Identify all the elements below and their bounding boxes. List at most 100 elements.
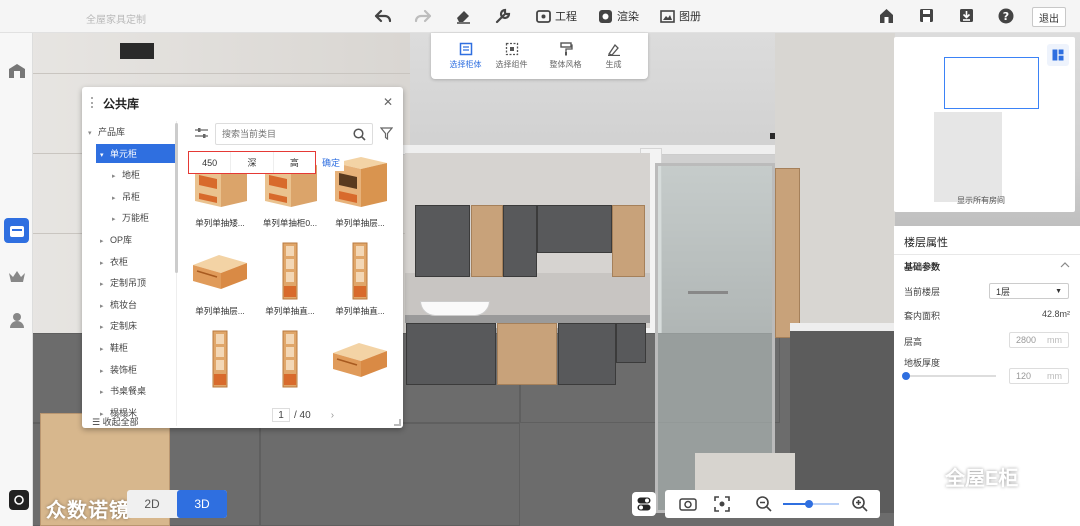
fit-view-icon[interactable] (713, 495, 731, 513)
exit-button[interactable]: 退出 (1032, 7, 1066, 27)
wechat-icon (905, 463, 938, 489)
nav-library-button[interactable] (4, 218, 29, 243)
pagination: 1 / 40 › (272, 408, 334, 422)
page-total: / 40 (294, 409, 311, 421)
search-input[interactable] (216, 124, 344, 144)
product-thumbnail[interactable] (259, 241, 321, 301)
chevron-up-icon[interactable] (1060, 261, 1070, 268)
minimap-toggle-button[interactable] (1047, 44, 1069, 66)
slider-knob[interactable] (902, 372, 910, 380)
select-cabinet-tool[interactable]: 选择柜体 (443, 42, 488, 70)
product-name: 单列单抽层... (195, 306, 245, 316)
sliders-icon[interactable] (195, 127, 208, 142)
tree-item[interactable]: ▸ 鞋柜 (100, 341, 128, 354)
gallery-menu[interactable]: 图册 (660, 8, 701, 24)
depth-field[interactable]: 深 (231, 152, 274, 173)
floor-select[interactable]: 1层 ▼ (989, 283, 1069, 299)
product-thumbnail[interactable] (329, 241, 391, 301)
close-icon[interactable]: ✕ (383, 95, 393, 109)
chevron-right-icon: ▸ (100, 324, 104, 332)
floor-minimap[interactable]: 显示所有房间 (894, 37, 1075, 212)
next-page-icon[interactable]: › (331, 410, 334, 421)
view-3d-button[interactable]: 3D (177, 490, 227, 518)
undo-button[interactable] (374, 8, 392, 24)
overall-style-tool[interactable]: 整体风格 (543, 42, 588, 70)
thickness-slider[interactable] (902, 372, 996, 380)
product-thumbnail[interactable] (259, 329, 321, 389)
camera-settings-icon[interactable] (679, 495, 697, 513)
tree-scrollbar[interactable] (175, 123, 178, 273)
select-component-tool[interactable]: 选择组件 (489, 42, 534, 70)
area-label: 套内面积 (904, 311, 941, 321)
tree-item[interactable]: ▾ 单元柜 (96, 143, 176, 163)
confirm-button[interactable]: 确定 (318, 154, 344, 171)
render-label: 渲染 (617, 11, 639, 23)
render-menu[interactable]: 渲染 (598, 8, 639, 24)
project-icon (536, 9, 551, 23)
tree-item-label: 地柜 (122, 170, 141, 181)
product-card[interactable] (326, 329, 394, 389)
product-thumbnail[interactable] (189, 241, 251, 301)
help-button[interactable]: ? (998, 8, 1014, 24)
tree-item[interactable]: ▸ OP库 (100, 233, 132, 246)
nav-user-button[interactable] (4, 307, 29, 332)
tree-item[interactable]: ▸ 吊柜 (112, 190, 140, 203)
product-card[interactable]: 单列单抽直... (256, 241, 324, 317)
drag-handle[interactable] (91, 97, 96, 108)
thickness-input[interactable]: 120 mm (1009, 368, 1069, 384)
product-thumbnail[interactable] (189, 329, 251, 389)
eraser-button[interactable] (455, 8, 472, 24)
tree-item[interactable]: ▸ 万能柜 (112, 211, 149, 224)
zoom-out-icon[interactable] (755, 495, 773, 513)
nav-room-button[interactable] (4, 58, 29, 83)
zoom-in-icon[interactable] (851, 495, 869, 513)
product-card[interactable]: 单列单抽层... (186, 241, 254, 317)
page-current[interactable]: 1 (272, 408, 290, 422)
product-name: 单列单抽柜0... (262, 218, 318, 228)
top-toolbar: 全屋家具定制 工程 渲染 图册 ? 退出 (0, 0, 1080, 33)
zoom-slider[interactable] (783, 500, 839, 508)
tree-item[interactable]: ▸ 定制吊顶 (100, 276, 146, 289)
product-card[interactable] (256, 329, 324, 389)
product-card[interactable]: 单列单抽直... (326, 241, 394, 317)
brand-label: 全屋家具定制 (86, 15, 146, 26)
tree-item[interactable]: ▸ 书桌餐桌 (100, 384, 146, 397)
tree-item[interactable]: ▸ 梳妆台 (100, 298, 137, 311)
tools-button[interactable] (495, 8, 511, 24)
collapse-all-button[interactable]: ☰ 收起全部 (92, 415, 139, 428)
ceiling-vent (120, 43, 154, 59)
height-input[interactable]: 2800 mm (1009, 332, 1069, 348)
save-button[interactable] (919, 8, 934, 23)
floor-plan-outline[interactable] (944, 57, 1039, 109)
tree-item[interactable]: ▸ 衣柜 (100, 255, 128, 268)
project-menu[interactable]: 工程 (536, 8, 577, 24)
gallery-label: 图册 (679, 11, 701, 23)
show-all-rooms[interactable]: 显示所有房间 (957, 195, 1005, 206)
select-cabinet-icon (459, 42, 472, 56)
product-card[interactable] (186, 329, 254, 389)
tree-item[interactable]: ▸ 装饰柜 (100, 363, 137, 376)
height-field[interactable]: 高 (274, 152, 315, 173)
nav-crown-button[interactable] (4, 263, 29, 288)
width-field[interactable]: 450 (189, 152, 232, 173)
chevron-right-icon: ▸ (100, 259, 104, 267)
screenshot-icon[interactable] (8, 489, 30, 511)
collapse-all-label: 收起全部 (102, 417, 139, 427)
tree-item[interactable]: ▸ 定制床 (100, 319, 137, 332)
thickness-value: 120 (1016, 371, 1032, 381)
zoom-knob[interactable] (805, 500, 813, 508)
resize-handle[interactable] (394, 419, 401, 426)
filter-icon[interactable] (379, 127, 394, 143)
home-button[interactable] (879, 8, 894, 24)
generate-tool[interactable]: 生成 (591, 42, 636, 70)
tree-item[interactable]: ▸ 地柜 (112, 168, 140, 181)
search-icon[interactable] (353, 128, 366, 141)
search-field[interactable] (215, 123, 373, 145)
download-button[interactable] (959, 8, 974, 23)
redo-button[interactable] (414, 8, 432, 24)
panel-title: 公共库 (103, 97, 140, 111)
layers-button[interactable] (632, 492, 656, 516)
product-thumbnail[interactable] (329, 329, 391, 389)
view-2d-button[interactable]: 2D (127, 490, 177, 518)
tree-item[interactable]: ▾ 产品库 (88, 125, 125, 138)
